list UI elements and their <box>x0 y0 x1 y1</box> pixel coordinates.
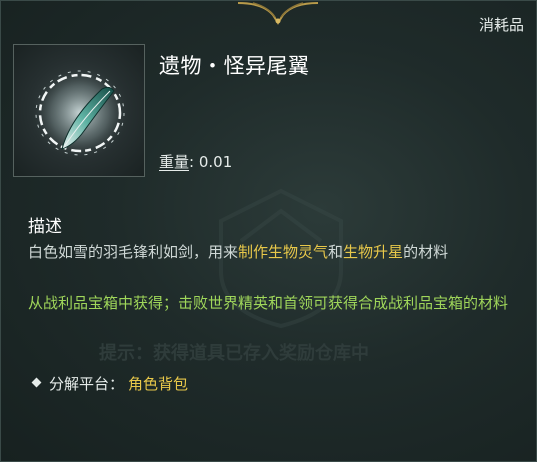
item-title: 遗物・怪异尾翼 <box>159 54 310 78</box>
item-icon-frame[interactable] <box>13 44 145 177</box>
item-tooltip-panel: 消耗品 遗物・怪异尾翼 重量: 0.01 描述 白色如雪的羽毛锋利如剑，用来制作… <box>0 0 537 462</box>
source-text: 从战利品宝箱中获得；击败世界精英和首领可获得合成战利品宝箱的材料 <box>28 294 509 312</box>
description-heading: 描述 <box>28 217 62 237</box>
weight-value: 0.01 <box>198 153 233 171</box>
description-highlight-aura: 制作生物灵气 <box>238 243 329 261</box>
dismantle-platform-row: 分解平台： 角色背包 <box>31 373 189 394</box>
reward-storage-watermark: 提示：获得道具已存入奖励仓库中 <box>99 343 369 364</box>
dismantle-label: 分解平台： <box>49 375 125 393</box>
description-text: 白色如雪的羽毛锋利如剑，用来制作生物灵气和生物升星的材料 <box>28 241 448 262</box>
description-text-part2: 和 <box>328 243 344 261</box>
weight-label: 重量 <box>159 153 190 171</box>
description-highlight-upgrade: 生物升星 <box>343 243 404 261</box>
feather-relic-icon <box>32 67 128 159</box>
weight-separator: : <box>189 153 195 171</box>
weight-row: 重量: 0.01 <box>159 151 232 172</box>
dismantle-value: 角色背包 <box>128 375 189 393</box>
top-ornament-icon <box>237 2 319 25</box>
description-text-part1: 白色如雪的羽毛锋利如剑，用来 <box>28 243 239 261</box>
diamond-bullet-icon <box>31 377 42 388</box>
item-category-label: 消耗品 <box>478 16 524 34</box>
description-text-part3: 的材料 <box>403 243 449 261</box>
